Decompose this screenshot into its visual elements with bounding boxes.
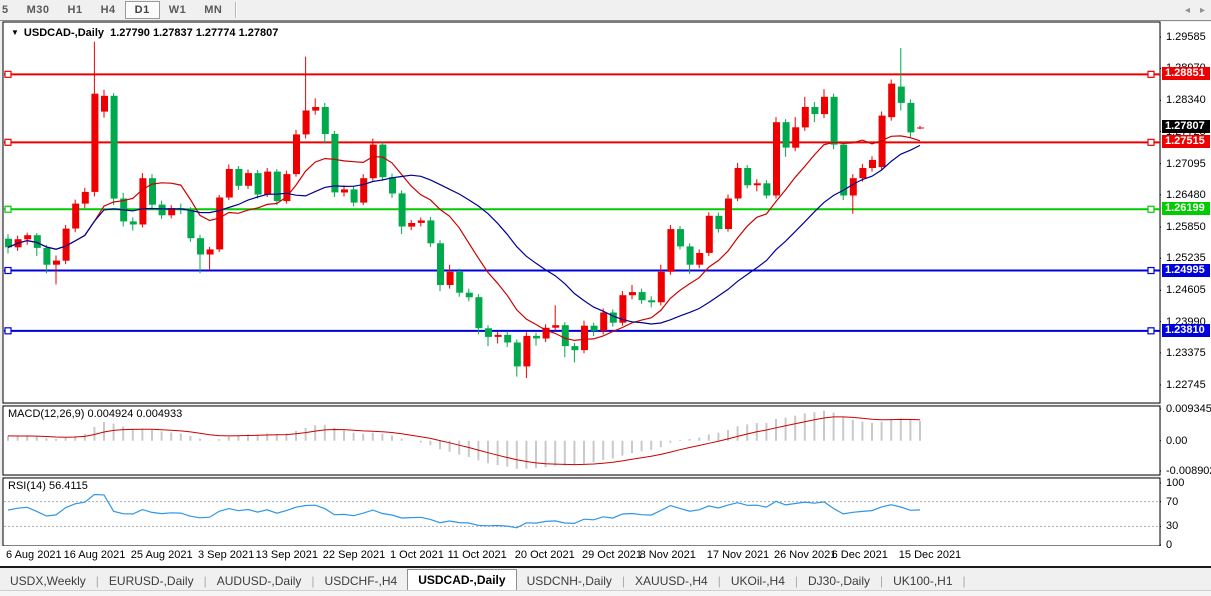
hline-price-label: 1.24995 [1162,264,1210,277]
timeframe-button-w1[interactable]: W1 [160,1,196,19]
date-label: 11 Oct 2021 [448,549,507,561]
price-tick-label: 1.28340 [1166,94,1206,106]
hline-price-label: 1.27515 [1162,135,1210,148]
chart-canvas[interactable] [0,0,1211,595]
tab-separator: | [963,572,966,590]
timeframe-button-m30[interactable]: M30 [18,1,59,19]
price-axis: 1.295851.289701.283401.277251.270951.264… [1161,22,1211,546]
timeframe-toolbar: 5M30H1H4D1W1MN [0,0,1211,21]
chart-title-ohlc: 1.27790 1.27837 1.27774 1.27807 [110,27,278,39]
chart-title: ▼ USDCAD-,Daily 1.27790 1.27837 1.27774 1… [11,27,278,39]
tab-ukoil-h4[interactable]: UKOil-,H4 [721,572,795,590]
timeframe-button-5[interactable]: 5 [0,1,18,19]
macd-tick-label: 0.009345 [1166,403,1211,415]
timeframe-button-h1[interactable]: H1 [59,1,92,19]
rsi-tick-label: 70 [1166,496,1178,508]
price-tick-label: 1.23375 [1166,347,1206,359]
tab-xauusd-h4[interactable]: XAUUSD-,H4 [625,572,718,590]
price-tick-label: 1.24605 [1166,284,1206,296]
date-label: 25 Aug 2021 [131,549,193,561]
date-axis: 6 Aug 202116 Aug 2021 25 Aug 2021 3 Sep 20… [0,546,1211,568]
toolbar-separator [235,2,237,18]
date-label: 8 Nov 2021 [640,549,696,561]
symbol-dropdown-icon[interactable]: ▼ [11,28,19,37]
chart-title-symbol: USDCAD-,Daily [24,27,104,39]
date-label: 16 Aug 2021 [64,549,126,561]
line-handle[interactable] [5,71,11,77]
tab-usdcad-daily[interactable]: USDCAD-,Daily [407,569,516,590]
tab-eurusd-daily[interactable]: EURUSD-,Daily [99,572,204,590]
tab-usdchf-h4[interactable]: USDCHF-,H4 [315,572,408,590]
line-handle[interactable] [1148,328,1154,334]
timeframe-button-h4[interactable]: H4 [92,1,125,19]
timeframe-button-d1[interactable]: D1 [125,1,160,19]
macd-tick-label: 0.00 [1166,435,1187,447]
tab-dj30-daily[interactable]: DJ30-,Daily [798,572,880,590]
hline-price-label: 1.28851 [1162,67,1210,80]
price-tick-label: 1.27095 [1166,158,1206,170]
date-label: 17 Nov 2021 [707,549,769,561]
line-handle[interactable] [1148,139,1154,145]
tabs-scroll-left-icon[interactable]: ◂ [1185,5,1190,17]
hline-price-label: 1.26199 [1162,202,1210,215]
line-handle[interactable] [1148,206,1154,212]
tab-usdcnh-daily[interactable]: USDCNH-,Daily [517,572,622,590]
rsi-tick-label: 30 [1166,520,1178,532]
tabs-scroll-right-icon[interactable]: ▸ [1200,5,1205,17]
current-price-label: 1.27807 [1162,120,1210,133]
date-label: 6 Aug 2021 [6,549,62,561]
mt4-usdcad-chart-window: { "toolbar": { "timeframes": ["5", "M30"… [0,0,1211,595]
line-handle[interactable] [5,206,11,212]
line-handle[interactable] [5,139,11,145]
price-tick-label: 1.25850 [1166,221,1206,233]
line-handle[interactable] [5,268,11,274]
price-tick-label: 1.25235 [1166,252,1206,264]
chart-tab-bar: USDX,Weekly|EURUSD-,Daily|AUDUSD-,Daily|… [0,568,1211,590]
price-tick-label: 1.22745 [1166,379,1206,391]
price-tick-label: 1.26480 [1166,189,1206,201]
date-label: 29 Oct 2021 [582,549,642,561]
rsi-tick-label: 0 [1166,539,1172,551]
date-label: 3 Sep 2021 [198,549,254,561]
hline-price-label: 1.23810 [1162,324,1210,337]
date-label: 22 Sep 2021 [323,549,385,561]
tab-audusd-daily[interactable]: AUDUSD-,Daily [207,572,312,590]
line-handle[interactable] [1148,71,1154,77]
timeframe-button-mn[interactable]: MN [195,1,231,19]
date-label: 6 Dec 2021 [832,549,888,561]
tab-scroll-nav: ◂ ▸ [1185,5,1205,17]
price-tick-label: 1.29585 [1166,31,1206,43]
tab-usdx-weekly[interactable]: USDX,Weekly [0,572,96,590]
date-label: 26 Nov 2021 [774,549,836,561]
rsi-label: RSI(14) 56.4115 [8,480,88,492]
macd-tick-label: -0.008902 [1166,465,1211,477]
rsi-tick-label: 100 [1166,477,1184,489]
date-label: 15 Dec 2021 [899,549,961,561]
date-label: 13 Sep 2021 [256,549,318,561]
tab-uk100-h1[interactable]: UK100-,H1 [883,572,962,590]
date-label: 20 Oct 2021 [515,549,575,561]
macd-label: MACD(12,26,9) 0.004924 0.004933 [8,408,182,420]
rsi-pane[interactable] [3,478,1160,546]
line-handle[interactable] [1148,268,1154,274]
line-handle[interactable] [5,328,11,334]
date-label: 1 Oct 2021 [390,549,444,561]
